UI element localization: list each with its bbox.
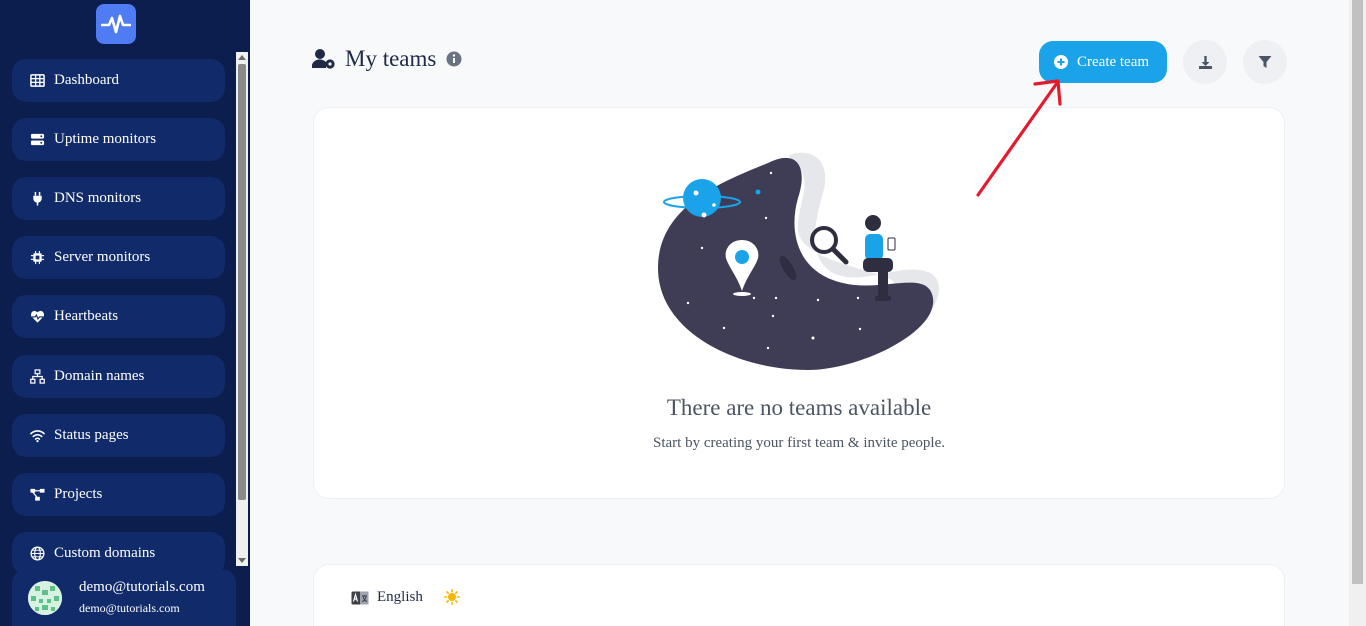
filter-icon xyxy=(1258,56,1272,68)
app-logo[interactable] xyxy=(96,4,136,44)
pulse-icon xyxy=(101,14,131,34)
grid-icon xyxy=(30,74,45,87)
sidebar-item-label: Domain names xyxy=(54,368,145,384)
language-label: English xyxy=(377,589,423,605)
info-icon[interactable] xyxy=(446,51,462,67)
sidebar-scrollbar-thumb[interactable] xyxy=(238,64,246,500)
sidebar-item-label: Heartbeats xyxy=(54,308,119,324)
export-button[interactable] xyxy=(1183,40,1227,84)
theme-toggle-sun-icon[interactable] xyxy=(444,589,460,605)
sidebar-item-dashboard[interactable]: Dashboard xyxy=(12,59,225,102)
sidebar-item-label: DNS monitors xyxy=(54,190,142,206)
empty-state-title: There are no teams available xyxy=(666,395,932,420)
sidebar-item-heartbeats[interactable]: Heartbeats xyxy=(12,295,225,338)
sidebar-item-domain-names[interactable]: Domain names xyxy=(12,355,225,398)
language-selector[interactable]: English xyxy=(351,589,423,606)
page-title: My teams xyxy=(345,46,437,71)
empty-state-subtitle: Start by creating your first team & invi… xyxy=(652,435,945,451)
user-menu[interactable]: demo@tutorials.com demo@tutorials.com xyxy=(12,569,236,626)
language-icon xyxy=(351,591,369,604)
sidebar-item-label: Uptime monitors xyxy=(54,131,157,147)
sidebar: Dashboard Uptime monitors DNS monitors S… xyxy=(0,0,250,626)
page-scrollbar-thumb[interactable] xyxy=(1352,0,1363,584)
server-icon xyxy=(30,133,45,146)
empty-state-illustration xyxy=(658,152,940,370)
sidebar-item-label: Dashboard xyxy=(54,72,119,88)
sidebar-item-projects[interactable]: Projects xyxy=(12,473,225,516)
heart-pulse-icon xyxy=(30,310,45,323)
sidebar-item-label: Custom domains xyxy=(54,545,156,561)
globe-icon xyxy=(30,546,45,561)
filter-button[interactable] xyxy=(1243,40,1287,84)
sidebar-item-server-monitors[interactable]: Server monitors xyxy=(12,236,225,279)
project-diagram-icon xyxy=(30,488,45,501)
footer-bar: English xyxy=(313,564,1285,626)
sidebar-item-label: Projects xyxy=(54,486,103,502)
sitemap-icon xyxy=(30,369,45,384)
sidebar-scrollbar[interactable] xyxy=(236,52,248,566)
plus-circle-icon xyxy=(1054,55,1068,69)
scroll-down-arrow-icon[interactable] xyxy=(238,558,246,563)
plug-icon xyxy=(33,191,42,206)
download-icon xyxy=(1198,55,1212,69)
create-team-label: Create team xyxy=(1077,53,1150,70)
chip-icon xyxy=(30,250,45,265)
sidebar-item-uptime-monitors[interactable]: Uptime monitors xyxy=(12,118,225,161)
user-name: demo@tutorials.com xyxy=(79,579,205,595)
user-email: demo@tutorials.com xyxy=(79,601,180,615)
sidebar-item-label: Status pages xyxy=(54,427,129,443)
annotation-arrow-icon xyxy=(976,79,1062,197)
wifi-icon xyxy=(30,430,45,443)
user-cog-icon xyxy=(312,49,335,69)
avatar xyxy=(28,580,62,615)
sidebar-item-dns-monitors[interactable]: DNS monitors xyxy=(12,177,225,220)
page-scrollbar[interactable] xyxy=(1349,0,1366,626)
sidebar-item-status-pages[interactable]: Status pages xyxy=(12,414,225,457)
teams-empty-card: There are no teams available Start by cr… xyxy=(313,107,1285,499)
page-header: My teams xyxy=(312,46,462,72)
scroll-up-arrow-icon[interactable] xyxy=(238,55,246,60)
sidebar-item-label: Server monitors xyxy=(54,249,151,265)
